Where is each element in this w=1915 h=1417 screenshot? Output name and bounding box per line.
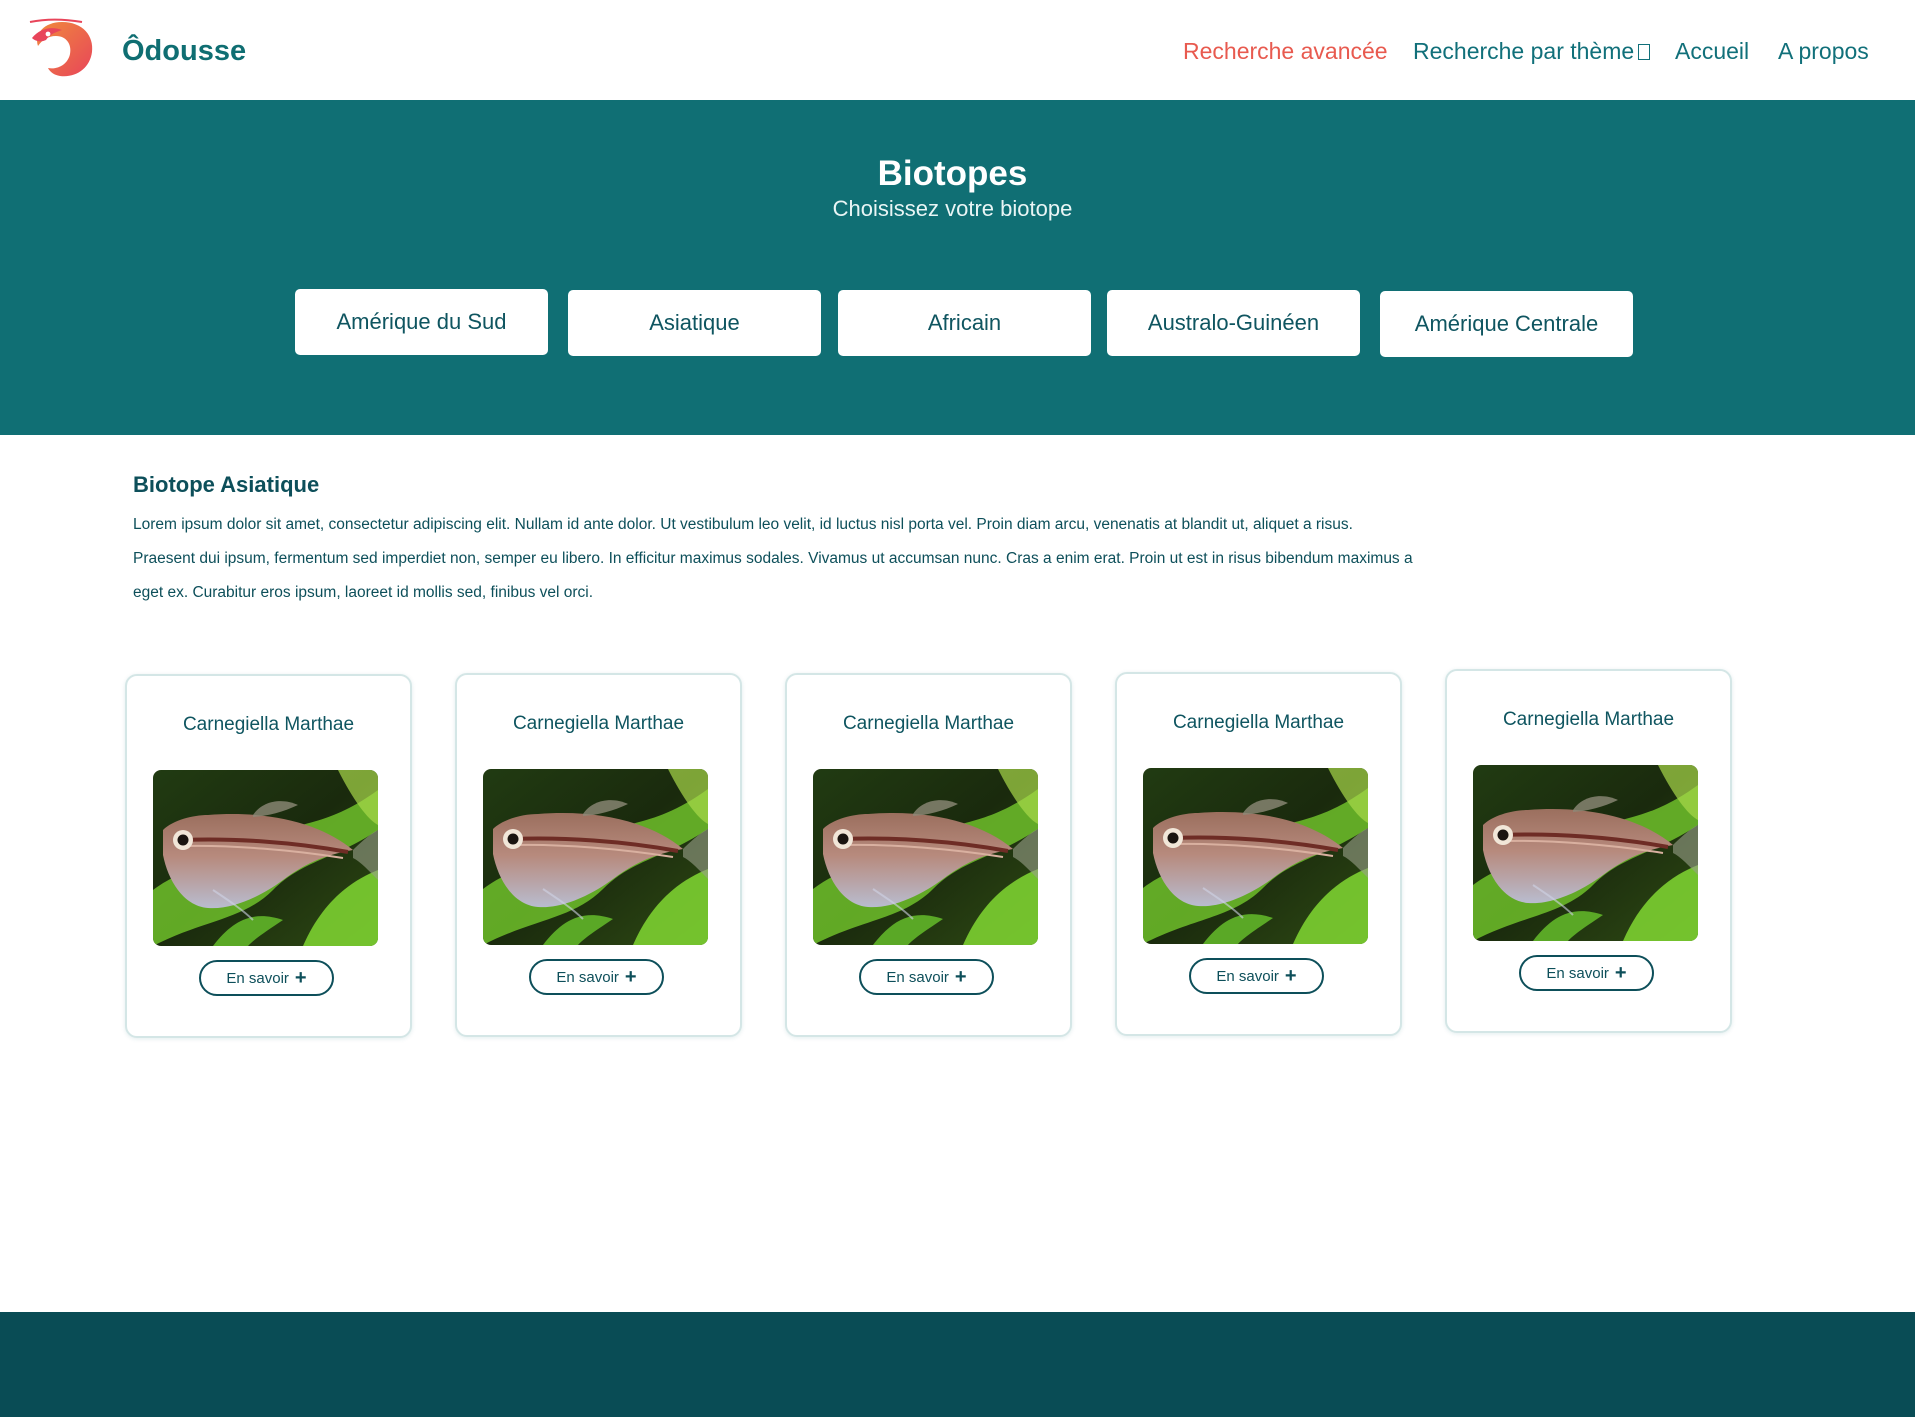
- plus-icon: +: [1614, 962, 1627, 984]
- learn-more-button[interactable]: En savoir +: [1189, 958, 1324, 994]
- hero-subtitle: Choisissez votre biotope: [832, 196, 1073, 221]
- fish-photo: [813, 769, 1038, 945]
- nav-advanced-search[interactable]: Recherche avancée: [1183, 38, 1388, 65]
- dropdown-box-icon: [1638, 44, 1651, 60]
- learn-more-label: En savoir: [556, 969, 619, 986]
- shrimp-logo-icon[interactable]: [28, 16, 96, 78]
- fish-card: Carnegiella Marthae En savoir +: [455, 673, 742, 1037]
- section-title: Biotope Asiatique: [133, 472, 320, 497]
- plus-icon: +: [1284, 965, 1297, 987]
- fish-card: Carnegiella Marthae En savoir +: [1445, 669, 1732, 1033]
- learn-more-button[interactable]: En savoir +: [859, 959, 994, 995]
- fish-photo: [483, 769, 708, 945]
- biotope-button-african[interactable]: Africain: [838, 290, 1091, 356]
- learn-more-label: En savoir: [226, 970, 289, 987]
- learn-more-button[interactable]: En savoir +: [1519, 955, 1654, 991]
- learn-more-label: En savoir: [1216, 968, 1279, 985]
- site-header: Ôdousse Recherche avancée Recherche par …: [0, 0, 1915, 100]
- hero-title: Biotopes: [877, 154, 1028, 193]
- nav-about[interactable]: A propos: [1778, 38, 1869, 65]
- fish-card: Carnegiella Marthae En savoir +: [125, 674, 412, 1038]
- fish-card: Carnegiella Marthae En savoir +: [1115, 672, 1402, 1036]
- fish-name: Carnegiella Marthae: [512, 713, 685, 734]
- biotope-button-south-america[interactable]: Amérique du Sud: [295, 289, 548, 355]
- brand-name[interactable]: Ôdousse: [122, 35, 246, 68]
- plus-icon: +: [294, 967, 307, 989]
- learn-more-button[interactable]: En savoir +: [529, 959, 664, 995]
- nav-home[interactable]: Accueil: [1675, 38, 1749, 65]
- site-footer: [0, 1312, 1915, 1417]
- nav-theme-search-label: Recherche par thème: [1413, 38, 1635, 64]
- biotope-button-australo-guinean[interactable]: Australo-Guinéen: [1107, 290, 1360, 356]
- fish-name: Carnegiella Marthae: [182, 714, 355, 735]
- fish-name: Carnegiella Marthae: [1172, 712, 1345, 733]
- fish-name: Carnegiella Marthae: [1502, 709, 1675, 730]
- fish-photo: [1143, 768, 1368, 944]
- plus-icon: +: [624, 966, 637, 988]
- fish-photo: [1473, 765, 1698, 941]
- fish-card: Carnegiella Marthae En savoir +: [785, 673, 1072, 1037]
- learn-more-label: En savoir: [886, 969, 949, 986]
- biotope-button-central-america[interactable]: Amérique Centrale: [1380, 291, 1633, 357]
- fish-name: Carnegiella Marthae: [842, 713, 1015, 734]
- section-description: Lorem ipsum dolor sit amet, consectetur …: [133, 516, 1413, 601]
- biotope-button-asian[interactable]: Asiatique: [568, 290, 821, 356]
- nav-theme-search[interactable]: Recherche par thème: [1413, 38, 1651, 65]
- fish-photo: [153, 770, 378, 946]
- plus-icon: +: [954, 966, 967, 988]
- learn-more-label: En savoir: [1546, 965, 1609, 982]
- learn-more-button[interactable]: En savoir +: [199, 960, 334, 996]
- biotopes-hero: Biotopes Choisissez votre biotope Amériq…: [0, 100, 1915, 435]
